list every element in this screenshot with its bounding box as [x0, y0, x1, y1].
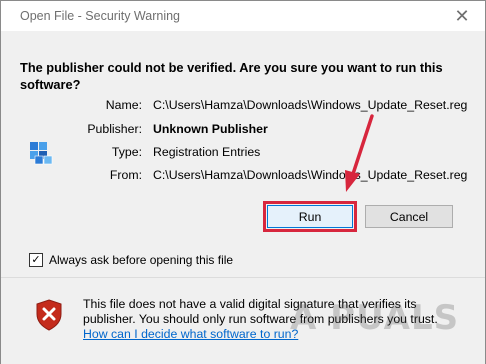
always-ask-checkbox[interactable]: ✓	[29, 253, 43, 267]
registry-file-icon	[30, 142, 53, 165]
cancel-button[interactable]: Cancel	[365, 205, 453, 228]
publisher-value: Unknown Publisher	[153, 122, 268, 136]
title-bar[interactable]: Open File - Security Warning ✕	[1, 1, 485, 31]
decide-software-link[interactable]: How can I decide what software to run?	[83, 327, 298, 341]
always-ask-label[interactable]: Always ask before opening this file	[49, 253, 233, 267]
type-value: Registration Entries	[153, 145, 261, 159]
name-label: Name:	[105, 98, 142, 112]
from-value: C:\Users\Hamza\Downloads\Windows_Update_…	[153, 168, 468, 182]
run-button[interactable]: Run	[263, 201, 357, 232]
watermark-logo: A PUALS	[290, 298, 460, 338]
dialog-body: The publisher could not be verified. Are…	[1, 31, 485, 277]
close-icon[interactable]: ✕	[451, 6, 473, 26]
window-title: Open File - Security Warning	[20, 9, 181, 23]
name-value: C:\Users\Hamza\Downloads\Windows_Update_…	[153, 98, 468, 112]
publisher-label: Publisher:	[87, 122, 142, 136]
always-ask-option[interactable]: ✓ Always ask before opening this file	[29, 253, 233, 267]
warning-headline: The publisher could not be verified. Are…	[20, 60, 443, 92]
shield-warning-icon	[36, 299, 62, 331]
type-label: Type:	[111, 145, 142, 159]
from-label: From:	[109, 168, 142, 182]
